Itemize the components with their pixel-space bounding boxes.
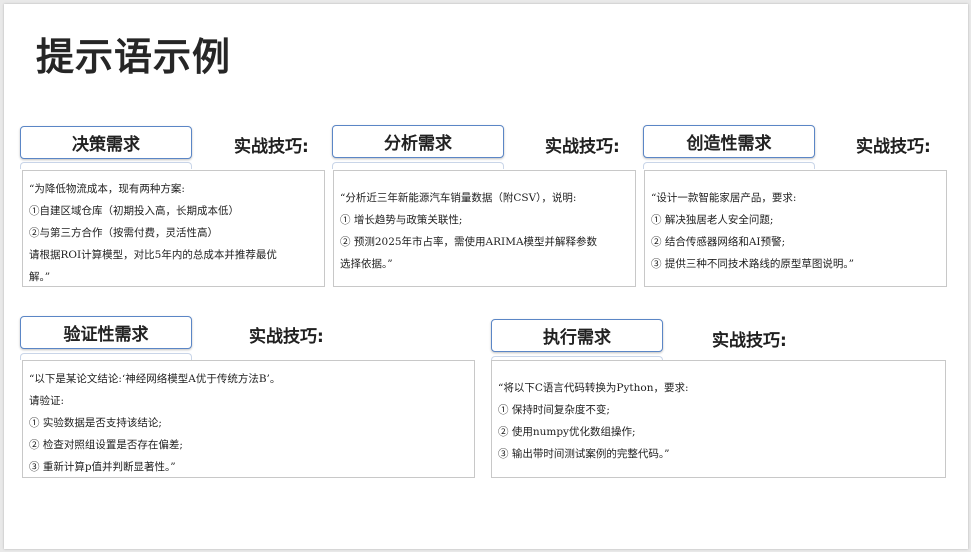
prompt-line: ② 预测2025年市占率，需使用ARIMA模型并解释参数: [340, 236, 598, 248]
tag-decoration: [643, 162, 815, 169]
tag-label: 创造性需求: [686, 134, 772, 154]
prompt-line: 请根据ROI计算模型，对比5年内的总成本并推荐最优: [29, 249, 277, 261]
tips-label: 实战技巧:: [856, 137, 931, 157]
prompt-line: ② 使用numpy优化数组操作;: [498, 426, 636, 438]
prompt-box-decision: “为降低物流成本，现有两种方案: ①自建区域仓库（初期投入高，长期成本低） ②与…: [22, 170, 325, 287]
tag-decoration: [20, 353, 192, 360]
tag-verification: 验证性需求: [20, 316, 192, 349]
prompt-line: ③ 提供三种不同技术路线的原型草图说明。”: [651, 258, 854, 270]
prompt-box-analysis: “分析近三年新能源汽车销量数据（附CSV），说明: ① 增长趋势与政策关联性; …: [333, 170, 636, 287]
tag-decoration: [332, 162, 504, 169]
prompt-line: “为降低物流成本，现有两种方案:: [29, 183, 185, 195]
prompt-line: ② 结合传感器网络和AI预警;: [651, 236, 786, 248]
prompt-line: ② 检查对照组设置是否存在偏差;: [29, 439, 183, 451]
prompt-line: 选择依据。”: [340, 258, 393, 270]
slide: 提示语示例 决策需求 实战技巧: “为降低物流成本，现有两种方案: ①自建区域仓…: [4, 4, 968, 549]
tag-label: 决策需求: [72, 135, 140, 155]
prompt-line: “设计一款智能家居产品，要求:: [651, 192, 797, 204]
tag-label: 执行需求: [543, 328, 611, 348]
tag-decoration: [20, 162, 192, 169]
tag-analysis: 分析需求: [332, 125, 504, 158]
tips-label: 实战技巧:: [234, 137, 309, 157]
prompt-line: “将以下C语言代码转换为Python，要求:: [498, 382, 689, 394]
prompt-box-verification: “以下是某论文结论:‘神经网络模型A优于传统方法B’。 请验证: ① 实验数据是…: [22, 360, 475, 478]
tag-decision: 决策需求: [20, 126, 192, 159]
prompt-line: ① 实验数据是否支持该结论;: [29, 417, 162, 429]
tips-label: 实战技巧:: [712, 331, 787, 351]
prompt-line: ①自建区域仓库（初期投入高，长期成本低）: [29, 205, 239, 217]
tag-creative: 创造性需求: [643, 125, 815, 158]
prompt-line: ③ 输出带时间测试案例的完整代码。”: [498, 448, 670, 460]
tips-label: 实战技巧:: [545, 137, 620, 157]
prompt-line: “分析近三年新能源汽车销量数据（附CSV），说明:: [340, 192, 577, 204]
prompt-line: ① 保持时间复杂度不变;: [498, 404, 610, 416]
prompt-line: 请验证:: [29, 395, 65, 407]
tag-label: 验证性需求: [63, 325, 149, 345]
page-title: 提示语示例: [36, 35, 232, 79]
prompt-line: ① 增长趋势与政策关联性;: [340, 214, 463, 226]
prompt-line: 解。”: [29, 271, 51, 283]
prompt-line: ②与第三方合作（按需付费，灵活性高）: [29, 227, 218, 239]
prompt-line: ① 解决独居老人安全问题;: [651, 214, 774, 226]
tag-execution: 执行需求: [491, 319, 663, 352]
tag-label: 分析需求: [384, 134, 452, 154]
prompt-line: “以下是某论文结论:‘神经网络模型A优于传统方法B’。: [29, 373, 281, 385]
tips-label: 实战技巧:: [249, 327, 324, 347]
prompt-box-execution: “将以下C语言代码转换为Python，要求: ① 保持时间复杂度不变; ② 使用…: [491, 360, 946, 478]
prompt-box-creative: “设计一款智能家居产品，要求: ① 解决独居老人安全问题; ② 结合传感器网络和…: [644, 170, 947, 287]
prompt-line: ③ 重新计算p值并判断显著性。”: [29, 461, 176, 473]
